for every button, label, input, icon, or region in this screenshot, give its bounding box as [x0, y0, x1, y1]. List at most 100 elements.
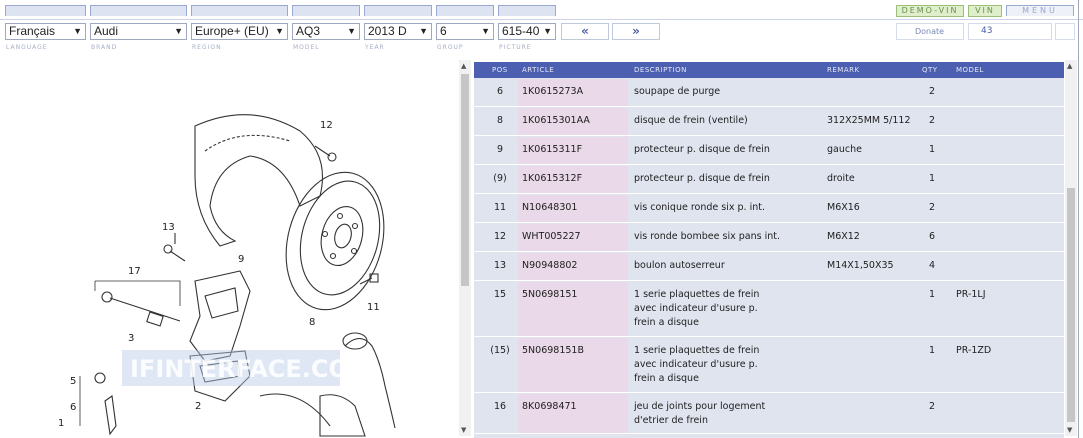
- scroll-down-icon[interactable]: ▼: [1067, 426, 1072, 434]
- brand-select[interactable]: Audi ▼: [90, 23, 187, 40]
- previous-picture-button[interactable]: «: [561, 23, 609, 40]
- table-row[interactable]: 6 1K0615273A soupape de purge 2: [474, 79, 1064, 107]
- table-row[interactable]: 11 N10648301 vis conique ronde six p. int.…: [474, 195, 1064, 223]
- pos-cell: (9): [493, 173, 507, 184]
- top-tab-2[interactable]: [90, 5, 187, 16]
- extra-field[interactable]: [1055, 23, 1075, 40]
- language-select[interactable]: Français ▼: [5, 23, 86, 40]
- region-value: Europe+ (EU): [195, 24, 269, 38]
- top-tab-1[interactable]: [5, 5, 86, 16]
- region-select[interactable]: Europe+ (EU) ▼: [191, 23, 288, 40]
- chevron-down-icon: ▼: [275, 26, 284, 36]
- callout-13[interactable]: 13: [162, 222, 175, 233]
- brand-value: Audi: [94, 24, 119, 38]
- qty-cell: 6: [928, 231, 936, 242]
- header-qty[interactable]: QTY: [922, 62, 938, 78]
- picture-value: 615-40: [502, 24, 540, 38]
- model-select[interactable]: AQ3 ▼: [292, 23, 360, 40]
- article-cell[interactable]: 1K0615312F: [522, 172, 628, 186]
- table-row[interactable]: 12 WHT005227 vis ronde bombee six pans int…: [474, 224, 1064, 252]
- description-cell: vis conique ronde six p. int.: [634, 201, 824, 215]
- parts-diagram[interactable]: 12 13 9 17 8 11 3 2 5 6 1 IFINTERFACE.CO…: [0, 56, 456, 438]
- top-tab-7[interactable]: [498, 5, 556, 16]
- description-line: d'etrier de frein: [634, 415, 708, 426]
- header-article[interactable]: ARTICLE: [522, 62, 554, 78]
- description-cell: disque de frein (ventile): [634, 114, 824, 128]
- article-cell[interactable]: N90948802: [522, 259, 628, 273]
- table-row[interactable]: 15 5N0698151 1 serie plaquettes de frein av…: [474, 282, 1064, 337]
- top-tab-6[interactable]: [436, 5, 494, 16]
- scroll-up-icon[interactable]: ▲: [1067, 62, 1072, 70]
- table-row[interactable]: 13 N90948802 boulon autoserreur M14X1,50X35…: [474, 253, 1064, 281]
- header-pos[interactable]: POS: [492, 62, 508, 78]
- top-tab-5[interactable]: [364, 5, 432, 16]
- description-cell: jeu de joints pour logement d'etrier de f…: [634, 400, 824, 428]
- qty-cell: 1: [928, 345, 936, 356]
- article-cell[interactable]: 1K0615273A: [522, 85, 628, 99]
- callout-8[interactable]: 8: [309, 317, 315, 328]
- callout-6[interactable]: 6: [70, 402, 76, 413]
- callout-17[interactable]: 17: [128, 266, 141, 277]
- description-line: 1 serie plaquettes de frein: [634, 345, 760, 356]
- article-cell[interactable]: 1K0615301AA: [522, 114, 628, 128]
- callout-5[interactable]: 5: [70, 376, 76, 387]
- description-line: protecteur p. disque de frein: [634, 144, 770, 155]
- header-remark[interactable]: REMARK: [827, 62, 860, 78]
- article-cell[interactable]: 5N0698151B: [522, 344, 628, 358]
- article-cell[interactable]: N10648301: [522, 201, 628, 215]
- language-value: Français: [9, 24, 56, 38]
- callout-9[interactable]: 9: [238, 254, 244, 265]
- table-row[interactable]: (9) 1K0615312F protecteur p. disque de fre…: [474, 166, 1064, 194]
- selector-labels: LANGUAGE BRAND REGION MODEL YEAR GROUP P…: [0, 44, 1083, 54]
- article-cell[interactable]: 5N0698151: [522, 288, 628, 302]
- top-tab-3[interactable]: [191, 5, 288, 16]
- callout-11[interactable]: 11: [367, 302, 380, 313]
- top-tab-4[interactable]: [292, 5, 360, 16]
- right-border: [1078, 0, 1079, 438]
- table-row[interactable]: (15) 5N0698151B 1 serie plaquettes de frei…: [474, 338, 1064, 393]
- description-cell: boulon autoserreur: [634, 259, 824, 273]
- year-label: YEAR: [365, 44, 385, 51]
- selector-row: Français ▼ Audi ▼ Europe+ (EU) ▼ AQ3 ▼ 2013 …: [0, 21, 1083, 43]
- menu-button[interactable]: MENU: [1006, 5, 1074, 16]
- header-model[interactable]: MODEL: [956, 62, 984, 78]
- next-picture-button[interactable]: »: [612, 23, 660, 40]
- brake-assembly-drawing: 12 13 9 17 8 11 3 2 5 6 1 IFINTERFACE.CO…: [58, 114, 396, 437]
- picture-select[interactable]: 615-40 ▼: [498, 23, 556, 40]
- description-cell: vis ronde bombee six pans int.: [634, 230, 824, 244]
- qty-cell: 2: [928, 401, 936, 412]
- pos-cell: 12: [493, 231, 507, 242]
- callout-3[interactable]: 3: [128, 333, 134, 344]
- table-row[interactable]: 9 1K0615311F protecteur p. disque de frein…: [474, 137, 1064, 165]
- header-description[interactable]: DESCRIPTION: [634, 62, 687, 78]
- article-cell[interactable]: 1K0615311F: [522, 143, 628, 157]
- callout-12[interactable]: 12: [320, 120, 333, 131]
- chevron-down-icon: ▼: [419, 26, 428, 36]
- callout-2[interactable]: 2: [195, 401, 201, 412]
- scroll-thumb[interactable]: [1067, 188, 1075, 422]
- year-select[interactable]: 2013 D ▼: [364, 23, 432, 40]
- donate-link[interactable]: Donate: [896, 23, 964, 40]
- scroll-up-icon[interactable]: ▲: [461, 62, 466, 70]
- group-select[interactable]: 6 ▼: [436, 23, 494, 40]
- description-line: frein a disque: [634, 373, 699, 384]
- description-line: protecteur p. disque de frein: [634, 173, 770, 184]
- pos-cell: 9: [496, 144, 504, 155]
- vin-button[interactable]: VIN: [968, 5, 1002, 17]
- table-row[interactable]: 16 8K0698471 jeu de joints pour logement d'…: [474, 394, 1064, 434]
- article-cell[interactable]: WHT005227: [522, 230, 628, 244]
- scroll-thumb[interactable]: [461, 74, 469, 286]
- table-row[interactable]: 8 1K0615301AA disque de frein (ventile) 312…: [474, 108, 1064, 136]
- chevron-down-icon: ▼: [347, 26, 356, 36]
- article-cell[interactable]: 8K0698471: [522, 400, 628, 414]
- diagram-scrollbar[interactable]: ▲ ▼: [459, 60, 471, 436]
- scroll-down-icon[interactable]: ▼: [461, 426, 466, 434]
- demo-vin-button[interactable]: DEMO-VIN: [896, 5, 964, 17]
- pos-cell: 11: [493, 202, 507, 213]
- description-line: frein a disque: [634, 317, 699, 328]
- chevron-down-icon: ▼: [174, 26, 183, 36]
- description-line: vis conique ronde six p. int.: [634, 202, 765, 213]
- description-cell: protecteur p. disque de frein: [634, 143, 824, 157]
- callout-1[interactable]: 1: [58, 418, 64, 429]
- table-scrollbar[interactable]: ▲ ▼: [1065, 60, 1077, 436]
